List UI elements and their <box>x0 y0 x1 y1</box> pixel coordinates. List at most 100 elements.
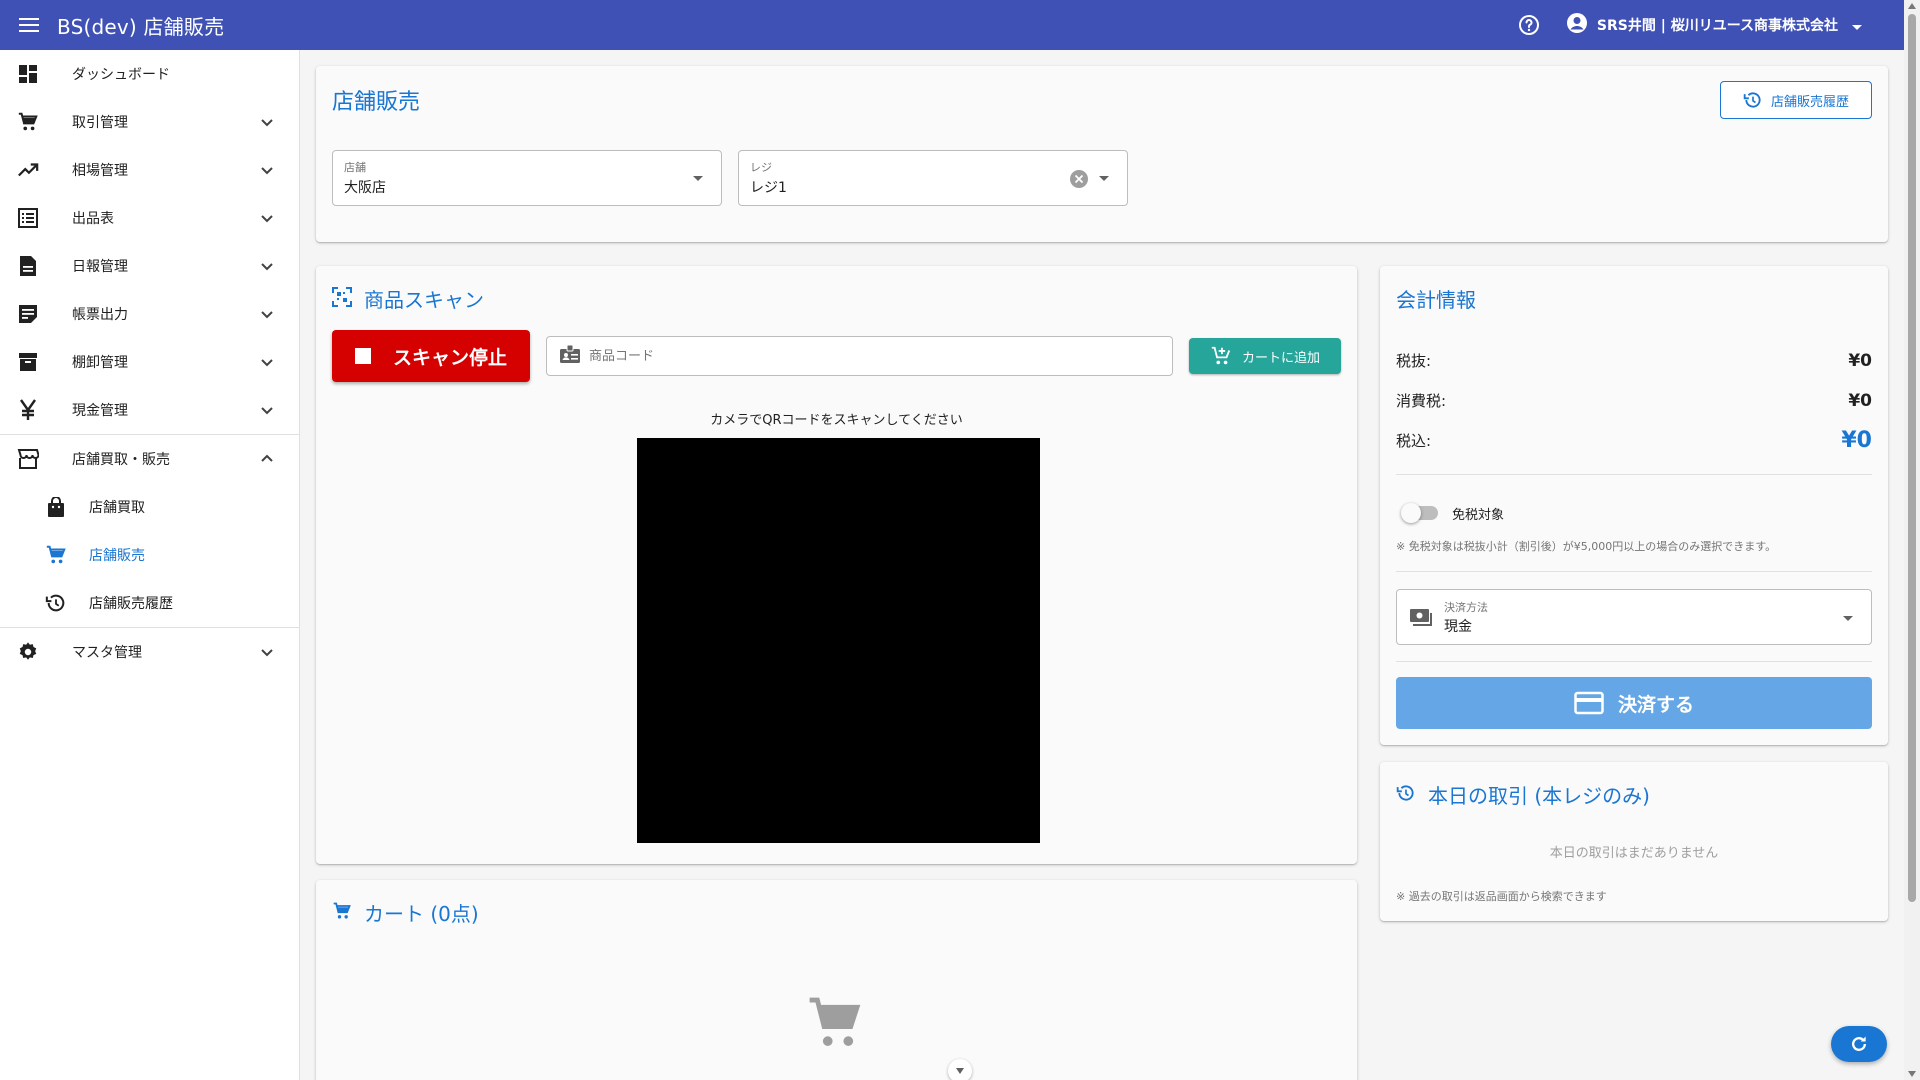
payment-method-value: 現金 <box>1444 619 1472 635</box>
tax-row: 消費税: ¥0 <box>1396 390 1872 411</box>
cart-icon <box>332 901 352 925</box>
sidebar-item-store-sale-history[interactable]: 店舗販売履歴 <box>0 579 299 627</box>
add-cart-icon <box>1211 346 1231 365</box>
bag-icon <box>44 495 68 519</box>
account-icon <box>1565 11 1589 39</box>
sidebar-item-store-buy[interactable]: 店舗買取 <box>0 483 299 531</box>
stop-scan-button[interactable]: スキャン停止 <box>332 330 530 382</box>
user-menu[interactable]: SRS井間 | 桜川リユース商事株式会社 <box>1565 11 1862 39</box>
sidebar-item-label: 現金管理 <box>72 403 128 419</box>
sidebar-item-store-sale[interactable]: 店舗販売 <box>0 531 299 579</box>
chevron-down-icon <box>255 640 279 664</box>
sidebar-item-master[interactable]: マスタ管理 <box>0 628 299 676</box>
sidebar-item-listing[interactable]: 出品表 <box>0 194 299 242</box>
user-name: SRS井間 | 桜川リユース商事株式会社 <box>1596 18 1838 34</box>
sale-history-label: 店舗販売履歴 <box>1770 94 1849 110</box>
sidebar-item-reports[interactable]: 帳票出力 <box>0 290 299 338</box>
sidebar-item-label: 帳票出力 <box>72 307 128 323</box>
document-icon <box>16 254 40 278</box>
sidebar-item-inventory[interactable]: 棚卸管理 <box>0 338 299 386</box>
history-icon <box>44 591 68 615</box>
payment-method-label: 決済方法 <box>1444 601 1488 614</box>
payment-method-select[interactable]: 決済方法 現金 <box>1396 589 1872 645</box>
toggle-knob <box>1401 503 1421 523</box>
today-header: 本日の取引 (本レジのみ) <box>1396 780 1650 809</box>
pay-button[interactable]: 決済する <box>1396 677 1872 729</box>
help-icon[interactable] <box>1517 13 1541 37</box>
scan-header: 商品スキャン <box>332 284 484 313</box>
add-to-cart-label: カートに追加 <box>1241 350 1320 366</box>
cart-title: カート (0点) <box>364 902 479 926</box>
clear-icon[interactable] <box>1069 169 1089 189</box>
camera-preview <box>637 438 1040 843</box>
tax-label: 消費税: <box>1396 392 1447 410</box>
chevron-down-icon <box>255 302 279 326</box>
header-card: 店舗販売 店舗販売履歴 店舗 大阪店 レジ レジ1 <box>316 66 1888 242</box>
subtotal-row: 税抜: ¥0 <box>1396 350 1872 371</box>
app-title: BS(dev) 店舗販売 <box>57 14 225 39</box>
menu-icon[interactable] <box>17 13 41 37</box>
dropdown-arrow-icon <box>1099 176 1109 181</box>
chevron-down-icon <box>255 350 279 374</box>
sidebar-item-cash[interactable]: 現金管理 <box>0 386 299 434</box>
sidebar-item-label: 店舗買取 <box>89 500 145 516</box>
sidebar-item-daily-report[interactable]: 日報管理 <box>0 242 299 290</box>
vertical-scrollbar[interactable] <box>1904 0 1920 1080</box>
scrollbar-thumb[interactable] <box>1908 14 1916 902</box>
sidebar-item-dashboard[interactable]: ダッシュボード <box>0 50 299 98</box>
chevron-down-icon <box>255 206 279 230</box>
checkout-card: 会計情報 税抜: ¥0 消費税: ¥0 税込: ¥0 免税対象 ※ 免税対象は税… <box>1380 266 1888 745</box>
product-code-input[interactable] <box>589 348 1149 364</box>
sidebar: ダッシュボード 取引管理 相場管理 出品表 日報管理 帳票出力 棚卸管理 現金管… <box>0 50 300 1080</box>
store-select[interactable]: 店舗 大阪店 <box>332 150 722 206</box>
refresh-icon <box>1852 1036 1866 1051</box>
today-transactions-card: 本日の取引 (本レジのみ) 本日の取引はまだありません ※ 過去の取引は返品画面… <box>1380 762 1888 921</box>
sidebar-item-transactions[interactable]: 取引管理 <box>0 98 299 146</box>
tax-free-note: ※ 免税対象は税抜小計（割引後）が¥5,000円以上の場合のみ選択できます。 <box>1396 540 1777 553</box>
dropdown-arrow-icon <box>693 176 703 181</box>
archive-icon <box>16 350 40 374</box>
register-select[interactable]: レジ レジ1 <box>738 150 1128 206</box>
chevron-up-icon <box>255 447 279 471</box>
chevron-down-icon <box>255 110 279 134</box>
sale-history-button[interactable]: 店舗販売履歴 <box>1720 81 1872 119</box>
cart-header: カート (0点) <box>332 898 479 927</box>
today-empty-text: 本日の取引はまだありません <box>1549 846 1719 861</box>
stop-icon <box>354 348 371 364</box>
register-select-label: レジ <box>750 161 772 174</box>
sidebar-item-store-buy-sell[interactable]: 店舗買取・販売 <box>0 435 299 483</box>
gear-icon <box>16 640 40 664</box>
total-value: ¥0 <box>1841 428 1872 453</box>
cart-icon <box>44 543 68 567</box>
dashboard-icon <box>16 62 40 86</box>
checkout-header: 会計情報 <box>1396 284 1476 313</box>
cart-icon <box>16 110 40 134</box>
total-label: 税込: <box>1396 432 1432 450</box>
product-code-field[interactable] <box>546 336 1173 376</box>
empty-cart-icon <box>806 994 864 1056</box>
sidebar-item-market[interactable]: 相場管理 <box>0 146 299 194</box>
store-icon <box>16 447 40 471</box>
list-icon <box>16 206 40 230</box>
cash-icon <box>1409 606 1433 632</box>
qr-scan-icon <box>332 286 352 311</box>
sidebar-item-label: 相場管理 <box>72 163 128 179</box>
scroll-down-button[interactable] <box>948 1059 972 1080</box>
store-select-value: 大阪店 <box>344 180 386 196</box>
tax-free-label: 免税対象 <box>1452 508 1505 523</box>
history-icon <box>1396 783 1416 807</box>
today-title: 本日の取引 (本レジのみ) <box>1428 784 1650 808</box>
note-icon <box>16 302 40 326</box>
add-to-cart-button[interactable]: カートに追加 <box>1189 338 1341 374</box>
chevron-down-icon <box>1852 16 1862 35</box>
trending-up-icon <box>16 158 40 182</box>
tax-free-toggle[interactable] <box>1401 503 1438 523</box>
total-row: 税込: ¥0 <box>1396 428 1872 453</box>
stop-scan-label: スキャン停止 <box>392 346 507 369</box>
store-select-label: 店舗 <box>344 161 366 174</box>
chevron-down-icon <box>255 398 279 422</box>
sidebar-item-label: 店舗販売 <box>89 548 145 564</box>
refresh-button[interactable] <box>1831 1026 1887 1062</box>
tax-value: ¥0 <box>1848 390 1872 411</box>
divider <box>1396 661 1872 662</box>
